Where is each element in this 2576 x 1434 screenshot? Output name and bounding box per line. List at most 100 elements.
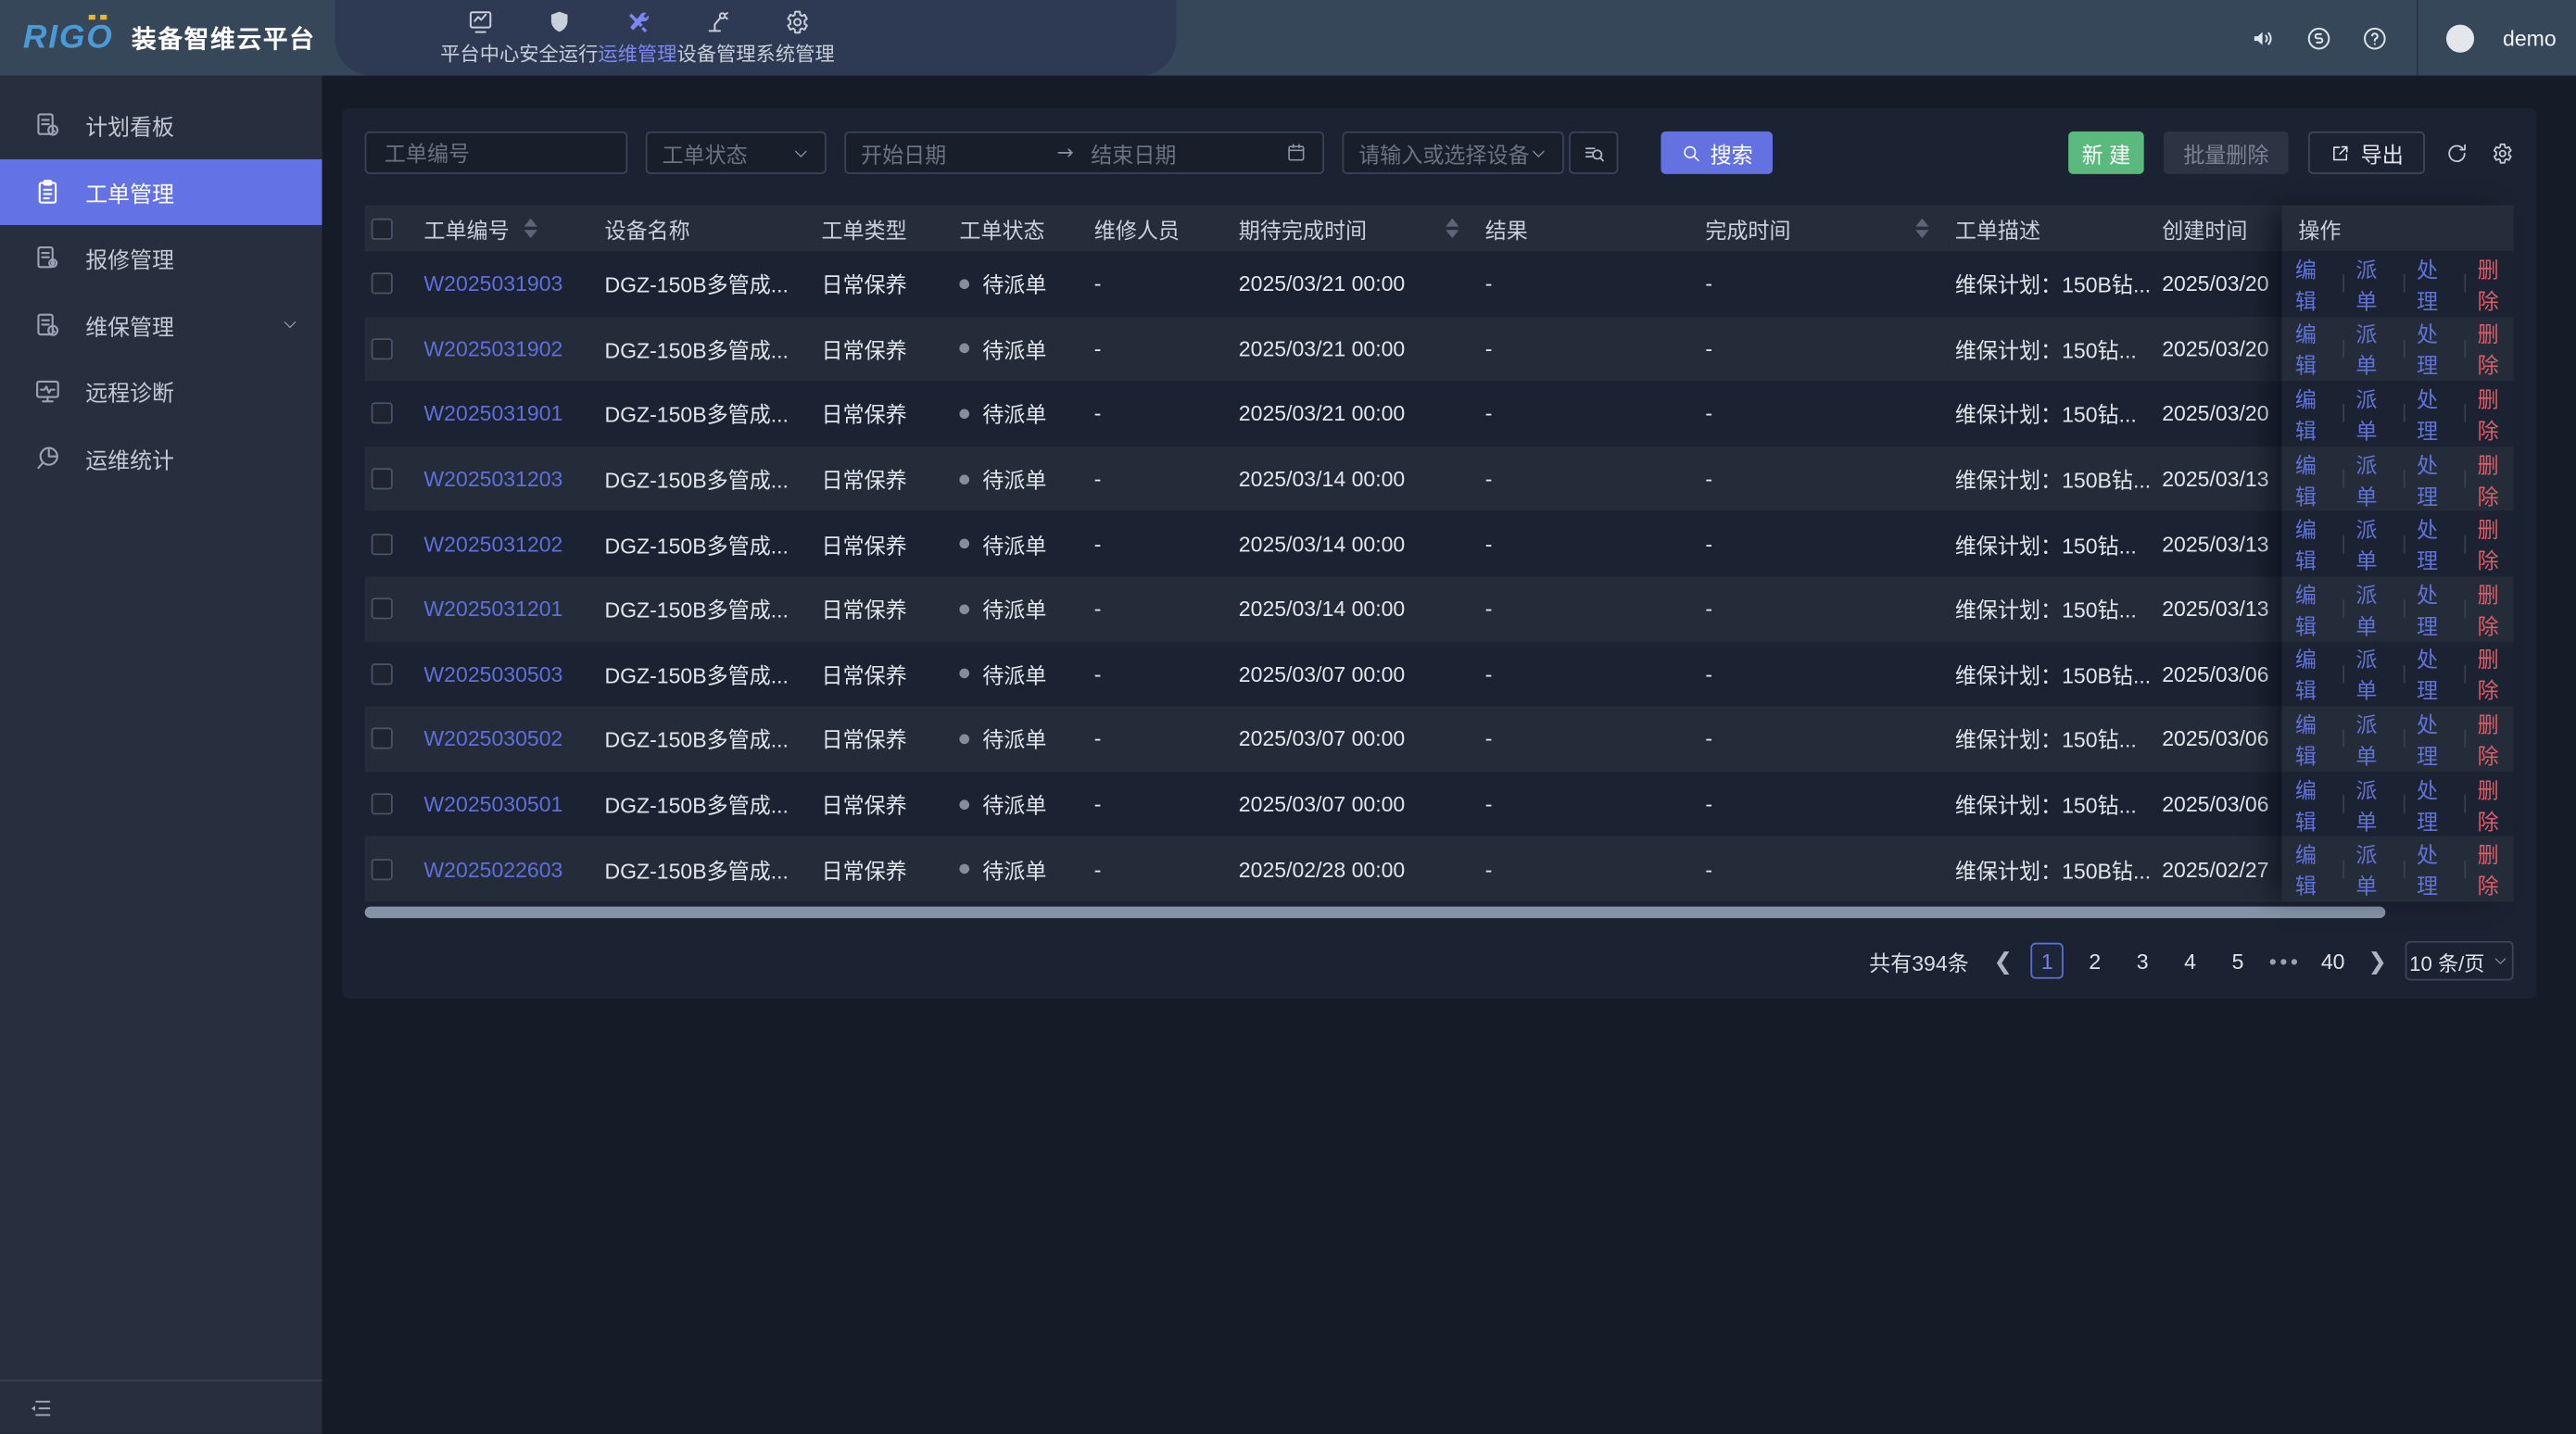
action-dispatch[interactable]: 派单 [2355, 837, 2392, 899]
order-no-input[interactable] [381, 139, 611, 167]
action-handle[interactable]: 处理 [2417, 708, 2453, 770]
page-button-2[interactable]: 2 [2078, 943, 2111, 979]
action-edit[interactable]: 编辑 [2295, 837, 2331, 899]
page-button-3[interactable]: 3 [2126, 943, 2158, 979]
action-delete[interactable]: 删除 [2478, 383, 2514, 445]
horizontal-scrollbar[interactable] [365, 907, 2386, 918]
row-checkbox[interactable] [372, 338, 393, 359]
action-delete[interactable]: 删除 [2478, 578, 2514, 640]
action-delete[interactable]: 删除 [2478, 708, 2514, 770]
action-dispatch[interactable]: 派单 [2355, 512, 2392, 574]
order-id-link[interactable]: W2025022603 [423, 857, 562, 882]
action-delete[interactable]: 删除 [2478, 643, 2514, 705]
row-checkbox[interactable] [372, 534, 393, 555]
action-handle[interactable]: 处理 [2417, 773, 2453, 835]
page-button-5[interactable]: 5 [2221, 943, 2254, 979]
row-checkbox[interactable] [372, 598, 393, 620]
action-dispatch[interactable]: 派单 [2355, 447, 2392, 509]
action-handle[interactable]: 处理 [2417, 643, 2453, 705]
action-handle[interactable]: 处理 [2417, 253, 2453, 315]
order-status-select[interactable]: 工单状态 [646, 132, 827, 174]
row-checkbox[interactable] [372, 728, 393, 749]
action-dispatch[interactable]: 派单 [2355, 318, 2392, 380]
action-edit[interactable]: 编辑 [2295, 318, 2331, 380]
username[interactable]: demo [2503, 25, 2557, 50]
row-checkbox[interactable] [372, 468, 393, 489]
row-checkbox[interactable] [372, 663, 393, 685]
sort-icon[interactable] [1915, 219, 1928, 238]
col-order-no[interactable]: 工单编号 [414, 213, 595, 245]
action-delete[interactable]: 删除 [2478, 447, 2514, 509]
action-handle[interactable]: 处理 [2417, 512, 2453, 574]
action-edit[interactable]: 编辑 [2295, 383, 2331, 445]
sidebar-item-repair-management[interactable]: 报修管理 [0, 225, 322, 292]
prev-page-button[interactable]: ❮ [1990, 947, 2016, 975]
nav-safe-operation[interactable]: 安全运行 [519, 0, 598, 76]
order-id-link[interactable]: W2025030501 [423, 792, 562, 817]
sidebar-item-ops-statistics[interactable]: 运维统计 [0, 424, 322, 491]
action-handle[interactable]: 处理 [2417, 837, 2453, 899]
order-id-link[interactable]: W2025031901 [423, 401, 562, 426]
advanced-device-search-button[interactable] [1569, 132, 1618, 174]
batch-delete-button[interactable]: 批量删除 [2164, 132, 2289, 174]
date-range-picker[interactable]: 开始日期 结束日期 [844, 132, 1324, 174]
sidebar-item-work-orders[interactable]: 工单管理 [0, 158, 322, 225]
sidebar-item-maintenance-management[interactable]: 维保管理 [0, 292, 322, 358]
action-handle[interactable]: 处理 [2417, 447, 2453, 509]
order-id-link[interactable]: W2025031903 [423, 271, 562, 296]
page-size-select[interactable]: 10 条/页 [2406, 941, 2514, 981]
device-select[interactable]: 请输入或选择设备 [1343, 132, 1564, 174]
row-checkbox[interactable] [372, 793, 393, 814]
page-button-40[interactable]: 40 [2317, 943, 2350, 979]
row-checkbox[interactable] [372, 403, 393, 424]
action-edit[interactable]: 编辑 [2295, 708, 2331, 770]
action-dispatch[interactable]: 派单 [2355, 773, 2392, 835]
action-dispatch[interactable]: 派单 [2355, 578, 2392, 640]
nav-platform-center[interactable]: 平台中心 [440, 0, 519, 76]
select-all-checkbox[interactable] [372, 218, 393, 239]
page-ellipsis[interactable]: ••• [2269, 949, 2302, 974]
col-expected-time[interactable]: 期待完成时间 [1229, 213, 1475, 245]
page-button-4[interactable]: 4 [2174, 943, 2206, 979]
table-settings-button[interactable] [2489, 141, 2514, 166]
action-edit[interactable]: 编辑 [2295, 512, 2331, 574]
action-delete[interactable]: 删除 [2478, 318, 2514, 380]
next-page-button[interactable]: ❯ [2365, 947, 2391, 975]
action-edit[interactable]: 编辑 [2295, 578, 2331, 640]
sidebar-item-plan-board[interactable]: 计划看板 [0, 92, 322, 158]
create-button[interactable]: 新 建 [2068, 132, 2144, 174]
action-dispatch[interactable]: 派单 [2355, 383, 2392, 445]
connection-status-icon[interactable] [2305, 24, 2333, 52]
refresh-button[interactable] [2444, 141, 2469, 166]
nav-device-management[interactable]: 设备管理 [676, 0, 755, 76]
sort-icon[interactable] [524, 219, 537, 238]
action-dispatch[interactable]: 派单 [2355, 708, 2392, 770]
action-dispatch[interactable]: 派单 [2355, 253, 2392, 315]
export-button[interactable]: 导出 [2308, 132, 2425, 174]
collapse-sidebar-icon[interactable] [28, 1395, 53, 1420]
action-edit[interactable]: 编辑 [2295, 643, 2331, 705]
help-icon[interactable] [2362, 24, 2390, 52]
nav-system-management[interactable]: 系统管理 [756, 0, 835, 76]
action-dispatch[interactable]: 派单 [2355, 643, 2392, 705]
nav-ops-management[interactable]: 运维管理 [598, 0, 676, 76]
page-button-1[interactable]: 1 [2031, 943, 2064, 979]
row-checkbox[interactable] [372, 273, 393, 295]
action-delete[interactable]: 删除 [2478, 773, 2514, 835]
order-id-link[interactable]: W2025031202 [423, 532, 562, 557]
sort-icon[interactable] [1446, 219, 1458, 238]
order-id-link[interactable]: W2025030503 [423, 661, 562, 686]
order-id-link[interactable]: W2025031203 [423, 467, 562, 492]
action-delete[interactable]: 删除 [2478, 837, 2514, 899]
sidebar-item-remote-diagnosis[interactable]: 远程诊断 [0, 358, 322, 425]
order-id-link[interactable]: W2025031201 [423, 597, 562, 622]
action-delete[interactable]: 删除 [2478, 512, 2514, 574]
order-id-link[interactable]: W2025030502 [423, 726, 562, 751]
end-date-field[interactable]: 结束日期 [1091, 137, 1271, 169]
action-edit[interactable]: 编辑 [2295, 447, 2331, 509]
search-button[interactable]: 搜索 [1661, 132, 1773, 174]
action-handle[interactable]: 处理 [2417, 578, 2453, 640]
action-handle[interactable]: 处理 [2417, 383, 2453, 445]
avatar[interactable] [2447, 24, 2475, 52]
sound-icon[interactable] [2250, 24, 2278, 52]
